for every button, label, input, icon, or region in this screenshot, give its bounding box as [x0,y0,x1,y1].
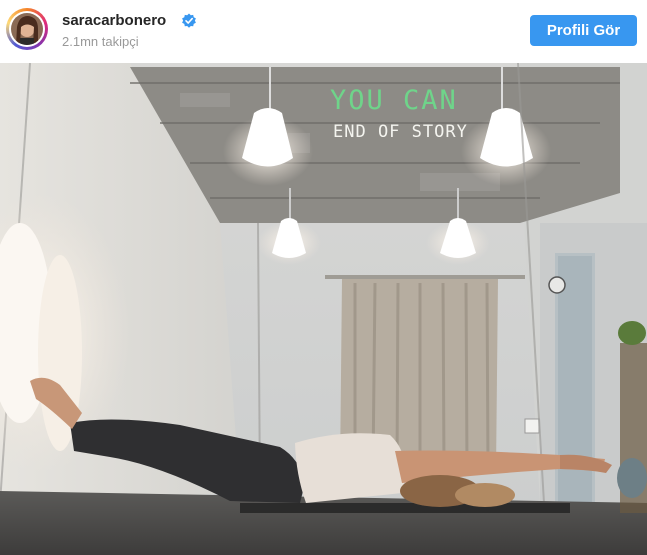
plant-icon [617,321,647,513]
neon-text-top: YOU CAN [330,85,458,116]
view-profile-button[interactable]: Profili Gör [530,15,637,46]
avatar-photo [11,13,43,45]
verified-badge-icon [181,13,197,29]
neon-text-bottom: END OF STORY [333,122,468,142]
wall-clock-icon [548,276,566,294]
post-header: saracarbonero 2.1mn takipçi Profili Gör [0,0,647,62]
username[interactable]: saracarbonero [62,12,166,29]
post-photo[interactable]: YOU CAN END OF STORY [0,63,647,555]
avatar[interactable] [6,8,48,50]
power-outlet [524,418,540,434]
follower-count: 2.1mn takipçi [62,34,139,49]
